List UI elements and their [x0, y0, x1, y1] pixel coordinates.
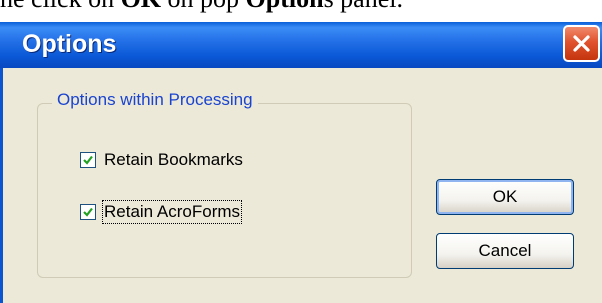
check-icon	[83, 207, 93, 217]
options-dialog: Options Options within Processing Retain…	[0, 22, 602, 303]
dialog-title: Options	[22, 30, 117, 58]
retain-bookmarks-checkbox[interactable]	[80, 152, 96, 168]
instruction-options-word: Option	[246, 0, 324, 13]
instruction-suffix: s panel.	[324, 0, 403, 13]
title-bar[interactable]: Options	[0, 22, 602, 68]
ok-button[interactable]: OK	[436, 179, 574, 215]
processing-options-group: Options within Processing Retain Bookmar…	[37, 90, 412, 278]
window-frame	[0, 68, 3, 303]
instruction-ok-word: OK	[121, 0, 161, 13]
group-label: Options within Processing	[52, 90, 258, 110]
instruction-prefix: he click on	[0, 0, 121, 13]
close-icon	[573, 35, 590, 52]
check-icon	[83, 155, 93, 165]
retain-bookmarks-label[interactable]: Retain Bookmarks	[104, 150, 243, 170]
instruction-text: he click on OK on pop Options panel.	[0, 0, 602, 13]
close-button[interactable]	[563, 25, 600, 62]
cancel-button[interactable]: Cancel	[436, 233, 574, 269]
instruction-middle: on pop	[161, 0, 246, 13]
retain-acroforms-checkbox[interactable]	[80, 204, 96, 220]
retain-acroforms-label[interactable]: Retain AcroForms	[101, 200, 243, 224]
